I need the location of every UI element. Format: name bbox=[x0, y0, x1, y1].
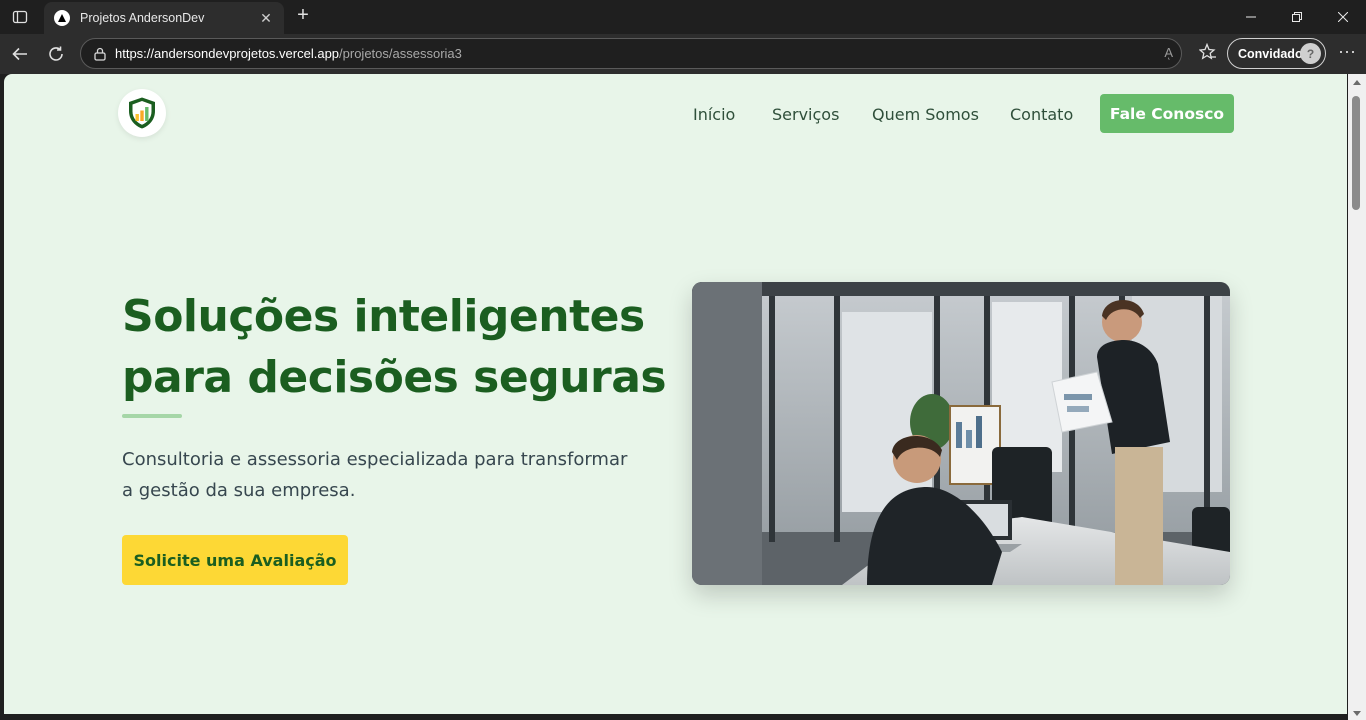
address-bar[interactable]: https://andersondevprojetos.vercel.app/p… bbox=[80, 38, 1182, 69]
profile-avatar-icon: ? bbox=[1300, 43, 1321, 64]
read-aloud-icon[interactable]: Aͅ bbox=[1164, 45, 1173, 60]
more-icon[interactable]: ··· bbox=[1336, 40, 1358, 64]
shield-chart-icon bbox=[129, 97, 155, 129]
profile-label: Convidado bbox=[1238, 46, 1303, 61]
url-text: https://andersondevprojetos.vercel.app/p… bbox=[115, 46, 462, 61]
hero-title: Soluções inteligentes para decisões segu… bbox=[122, 286, 667, 408]
tab-actions-icon[interactable] bbox=[8, 6, 32, 28]
nav-link-quem-somos[interactable]: Quem Somos bbox=[872, 105, 979, 124]
nav-link-servicos[interactable]: Serviços bbox=[772, 105, 839, 124]
new-tab-icon[interactable]: + bbox=[292, 5, 314, 27]
page-scrollbar[interactable] bbox=[1348, 74, 1366, 720]
window-controls bbox=[1228, 0, 1366, 34]
window-bottom-edge bbox=[0, 714, 1348, 720]
scrollbar-thumb[interactable] bbox=[1352, 96, 1360, 210]
minimize-icon[interactable] bbox=[1228, 0, 1274, 34]
refresh-icon[interactable] bbox=[42, 40, 70, 68]
contact-us-button[interactable]: Fale Conosco bbox=[1100, 94, 1234, 133]
nav-link-contato[interactable]: Contato bbox=[1010, 105, 1073, 124]
browser-toolbar: https://andersondevprojetos.vercel.app/p… bbox=[0, 34, 1366, 74]
profile-button[interactable]: Convidado ? bbox=[1227, 38, 1326, 69]
scroll-down-icon[interactable] bbox=[1353, 711, 1361, 716]
favicon-icon bbox=[54, 10, 70, 26]
scroll-up-icon[interactable] bbox=[1353, 80, 1361, 85]
hero-subtitle: Consultoria e assessoria especializada p… bbox=[122, 449, 628, 501]
close-window-icon[interactable] bbox=[1320, 0, 1366, 34]
restore-icon[interactable] bbox=[1274, 0, 1320, 34]
lock-icon[interactable] bbox=[91, 45, 109, 63]
back-icon[interactable] bbox=[6, 40, 34, 68]
nav-link-inicio[interactable]: Início bbox=[693, 105, 735, 124]
browser-tab[interactable]: Projetos AndersonDev ✕ bbox=[44, 2, 284, 34]
page-viewport: Início Serviços Quem Somos Contato Fale … bbox=[4, 74, 1347, 714]
request-evaluation-button[interactable]: Solicite uma Avaliação bbox=[122, 535, 348, 585]
site-logo[interactable] bbox=[118, 89, 166, 137]
hero-office-image bbox=[692, 282, 1230, 585]
title-accent-divider bbox=[122, 414, 182, 418]
hero-title-line-1: Soluções inteligentes bbox=[122, 291, 645, 342]
hero-title-line-2: para decisões seguras bbox=[122, 352, 667, 403]
browser-titlebar: Projetos AndersonDev ✕ + bbox=[0, 0, 1366, 34]
favorites-icon[interactable] bbox=[1196, 40, 1220, 64]
close-tab-icon[interactable]: ✕ bbox=[258, 10, 274, 27]
tab-title: Projetos AndersonDev bbox=[80, 11, 205, 25]
